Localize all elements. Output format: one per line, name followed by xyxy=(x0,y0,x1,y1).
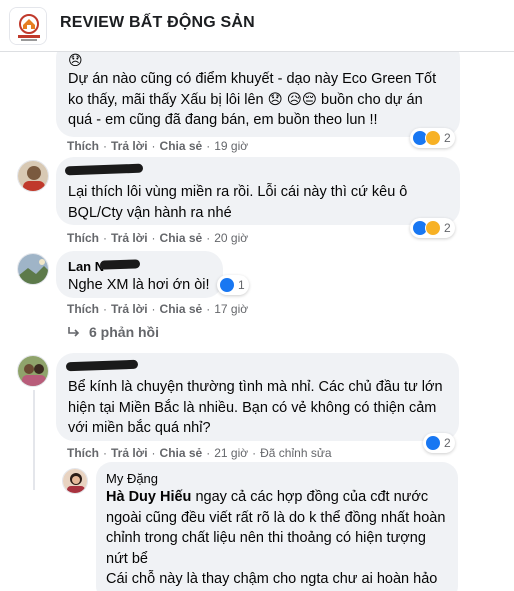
edited-label: Đã chỉnh sửa xyxy=(260,446,332,460)
house-logo-icon[interactable] xyxy=(9,7,47,45)
reply-bubble: My Đặng Hà Duy Hiếu ngay cả các hợp đồng… xyxy=(96,462,458,591)
comment-text: Lại thích lôi vùng miền ra rồi. Lỗi cái … xyxy=(68,184,408,221)
emoji-text: 😞 xyxy=(68,52,83,68)
reply-button[interactable]: Trả lời xyxy=(111,139,148,153)
view-replies-button[interactable]: 6 phản hồi xyxy=(67,324,159,340)
mention-link[interactable]: Hà Duy Hiếu xyxy=(106,489,191,505)
group-header: REVIEW BẤT ĐỘNG SẢN xyxy=(0,0,514,52)
reaction-summary[interactable]: 2 xyxy=(423,433,455,453)
avatar[interactable] xyxy=(17,160,49,192)
comment-feed: 😞 Dự án nào cũng có điểm khuyết - dạo nà… xyxy=(0,52,514,591)
reply-button[interactable]: Trả lời xyxy=(111,446,148,460)
haha-icon xyxy=(425,220,441,236)
thread-line xyxy=(33,390,35,490)
group-title[interactable]: REVIEW BẤT ĐỘNG SẢN xyxy=(60,14,255,32)
comment-text: Dự án nào cũng có điểm khuyết - dạo này … xyxy=(68,71,437,128)
reaction-summary[interactable]: 2 xyxy=(410,218,455,238)
timestamp[interactable]: 20 giờ xyxy=(214,231,248,245)
comment-text: Bể kính là chuyện thường tình mà nhỉ. Cá… xyxy=(68,379,443,436)
share-button[interactable]: Chia sẻ xyxy=(160,446,203,460)
replies-count: 6 phản hồi xyxy=(89,324,159,340)
timestamp[interactable]: 17 giờ xyxy=(214,302,248,316)
wow-icon xyxy=(425,130,441,146)
timestamp[interactable]: 21 giờ xyxy=(214,446,248,460)
avatar[interactable] xyxy=(62,468,88,494)
share-button[interactable]: Chia sẻ xyxy=(160,231,203,245)
like-button[interactable]: Thích xyxy=(67,231,99,245)
redacted-name xyxy=(99,259,141,270)
reply-author[interactable]: My Đặng xyxy=(106,470,448,487)
comment-actions: Thích · Trả lời · Chia sẻ · 17 giờ xyxy=(67,302,249,316)
comment-actions: Thích · Trả lời · Chia sẻ · 21 giờ · Đã chỉn… xyxy=(67,446,332,460)
comment-author[interactable]: Lan N xyxy=(68,258,211,275)
like-button[interactable]: Thích xyxy=(67,302,99,316)
reply-arrow-icon xyxy=(68,327,80,337)
timestamp[interactable]: 19 giờ xyxy=(214,139,248,153)
comment-actions: Thích · Trả lời · Chia sẻ · 19 giờ xyxy=(67,139,249,153)
like-button[interactable]: Thích xyxy=(67,446,99,460)
avatar[interactable] xyxy=(17,355,49,387)
like-icon xyxy=(219,277,235,293)
share-button[interactable]: Chia sẻ xyxy=(160,139,203,153)
reaction-summary[interactable]: 2 xyxy=(410,128,455,148)
comment-text: Nghe XM là hơi ớn òi! xyxy=(68,277,210,293)
reply-button[interactable]: Trả lời xyxy=(111,302,148,316)
like-icon xyxy=(425,435,441,451)
reply-button[interactable]: Trả lời xyxy=(111,231,148,245)
comment-bubble: Lan N Nghe XM là hơi ớn òi! xyxy=(56,251,223,298)
share-button[interactable]: Chia sẻ xyxy=(160,302,203,316)
reply-text-line: Cái chỗ này là thay chậm cho ngta chư ai… xyxy=(106,571,438,587)
comment-bubble: 😞 Dự án nào cũng có điểm khuyết - dạo nà… xyxy=(56,52,460,137)
comment-actions: Thích · Trả lời · Chia sẻ · 20 giờ xyxy=(67,231,249,245)
reaction-summary[interactable]: 1 xyxy=(217,275,249,295)
avatar[interactable] xyxy=(17,253,49,285)
reply-text: Hà Duy Hiếu ngay cả các hợp đồng của cđt… xyxy=(106,489,446,567)
like-button[interactable]: Thích xyxy=(67,139,99,153)
